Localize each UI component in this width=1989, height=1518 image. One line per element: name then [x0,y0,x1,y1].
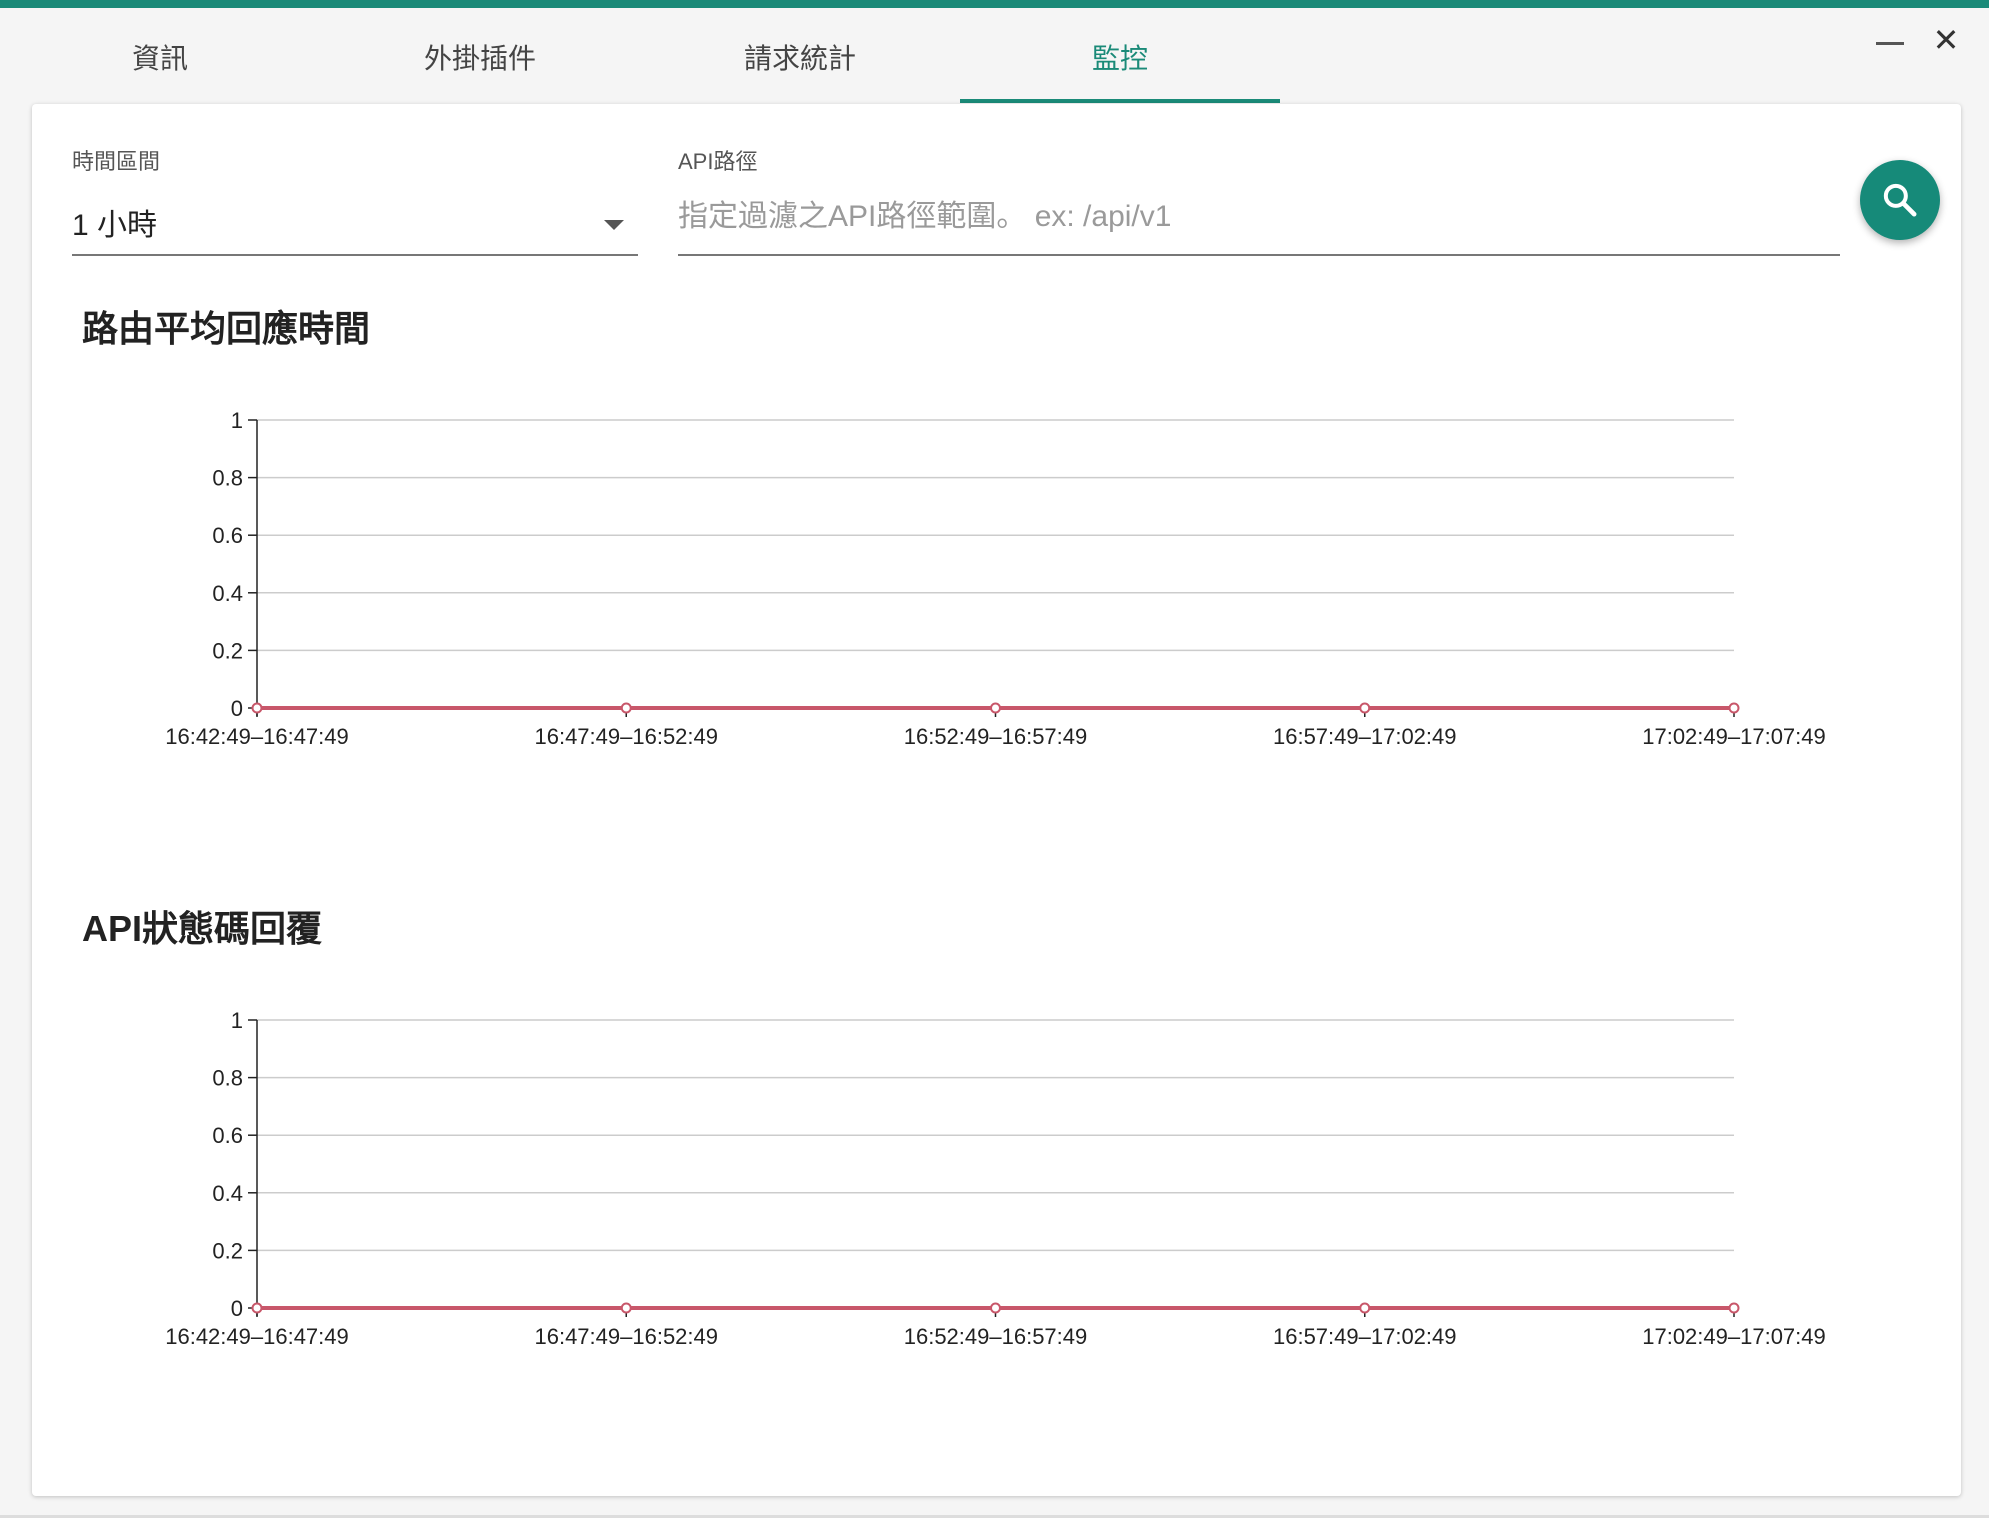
tab-bar: 資訊 外掛插件 請求統計 監控 [0,8,1989,105]
x-tick-label: 16:57:49–17:02:49 [1273,724,1457,749]
monitor-panel: 時間區間 1 小時 API路徑 路由平均回應時間 0 0.2 0.4 0.6 0.8 1 1… [32,104,1961,1496]
tab-monitor[interactable]: 監控 [960,8,1280,105]
data-point [1359,1302,1371,1314]
response-time-chart: 0 0.2 0.4 0.6 0.8 1 16:42:49–16:47:49 16:47:49–… [165,408,1826,749]
window-accent-bar [0,0,1989,8]
y-tick-label: 0.2 [212,1238,243,1263]
api-path-input[interactable] [678,196,1838,238]
chevron-down-icon[interactable] [604,220,624,230]
x-tick-label: 16:47:49–16:52:49 [534,724,718,749]
data-point [251,702,263,714]
tab-request-stats[interactable]: 請求統計 [640,8,960,105]
y-tick-label: 0.4 [212,581,243,606]
data-point [1728,1302,1740,1314]
x-tick-label: 17:02:49–17:07:49 [1642,1324,1826,1349]
x-tick-label: 16:52:49–16:57:49 [904,1324,1088,1349]
api-path-underline [678,254,1840,256]
minus-icon [1876,41,1904,45]
y-tick-label: 0.4 [212,1181,243,1206]
close-icon: ✕ [1932,22,1960,58]
y-tick-label: 0.2 [212,638,243,663]
active-tab-indicator [960,99,1280,103]
time-range-label: 時間區間 [72,149,161,174]
x-tick-label: 16:57:49–17:02:49 [1273,1324,1457,1349]
time-range-select[interactable]: 1 小時 [72,200,157,244]
y-tick-label: 0 [231,1296,243,1321]
y-tick-label: 1 [231,408,243,433]
time-range-underline [72,254,638,256]
y-tick-label: 0.6 [212,1123,243,1148]
data-point [1728,702,1740,714]
tab-info[interactable]: 資訊 [0,8,320,105]
x-tick-label: 16:47:49–16:52:49 [534,1324,718,1349]
y-tick-label: 0.8 [212,466,243,491]
y-tick-label: 0 [231,696,243,721]
data-point [990,1302,1001,1314]
data-point [1359,702,1371,714]
chart-title-response-time: 路由平均回應時間 [82,308,371,349]
api-path-label: API路徑 [678,149,758,174]
status-code-chart: 0 0.2 0.4 0.6 0.8 1 16:42:49–16:47:49 16:47:49–… [165,1008,1826,1349]
y-tick-label: 0.8 [212,1066,243,1091]
search-icon [1883,183,1917,217]
search-button[interactable] [1860,160,1940,240]
y-tick-label: 0.6 [212,523,243,548]
x-tick-label: 16:42:49–16:47:49 [165,1324,349,1349]
x-tick-label: 16:42:49–16:47:49 [165,724,349,749]
data-point [990,702,1001,714]
data-point [620,1302,632,1314]
x-tick-label: 16:52:49–16:57:49 [904,724,1088,749]
tab-plugins[interactable]: 外掛插件 [320,8,640,105]
chart-title-status-codes: API狀態碼回覆 [82,908,323,949]
close-button[interactable]: ✕ [1926,20,1966,60]
y-tick-label: 1 [231,1008,243,1033]
data-point [251,1302,263,1314]
data-point [620,702,632,714]
x-tick-label: 17:02:49–17:07:49 [1642,724,1826,749]
minimize-button[interactable] [1870,20,1910,60]
